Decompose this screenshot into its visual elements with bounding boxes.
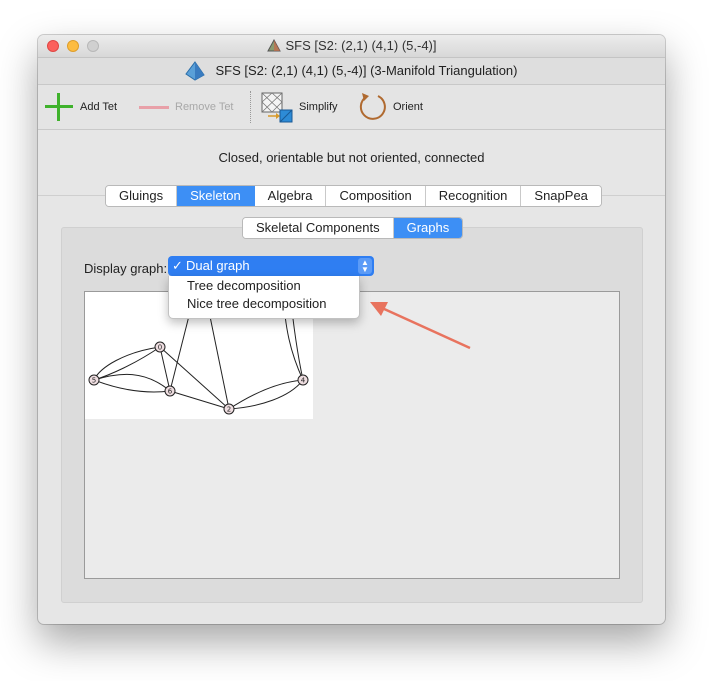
- menu-item-tree-decomposition[interactable]: Tree decomposition: [187, 278, 301, 293]
- skeleton-subtabs: Skeletal Components Graphs: [242, 217, 464, 239]
- minimize-window-button[interactable]: [67, 40, 79, 52]
- plus-icon: [45, 93, 73, 121]
- graph-node-label: 5: [92, 377, 96, 385]
- checkmark-icon: ✓: [172, 258, 183, 273]
- main-tabs: Gluings Skeleton Algebra Composition Rec…: [105, 185, 602, 207]
- triangulation-icon: [185, 61, 206, 81]
- menu-item-nice-tree-decomposition[interactable]: Nice tree decomposition: [187, 296, 326, 311]
- tab-snappea[interactable]: SnapPea: [521, 186, 601, 206]
- graph-node-label: 2: [227, 406, 231, 414]
- orient-label: Orient: [393, 101, 423, 113]
- tab-skeletal-components[interactable]: Skeletal Components: [243, 218, 394, 238]
- display-graph-label: Display graph:: [84, 261, 168, 276]
- simplify-button[interactable]: Simplify: [260, 85, 338, 129]
- app-window: SFS [S2: (2,1) (4,1) (5,-4)] SFS [S2: (2…: [38, 35, 665, 624]
- tab-recognition[interactable]: Recognition: [425, 186, 522, 206]
- minus-icon: [139, 106, 169, 109]
- simplify-label: Simplify: [299, 101, 338, 113]
- orient-button[interactable]: Orient: [358, 85, 423, 129]
- tab-composition[interactable]: Composition: [326, 186, 426, 206]
- document-title: SFS [S2: (2,1) (4,1) (5,-4)] (3-Manifold…: [215, 63, 518, 78]
- simplify-icon: [261, 92, 293, 123]
- chevron-updown-icon: ▲ ▼: [358, 258, 372, 274]
- status-text: Closed, orientable but not oriented, con…: [218, 150, 485, 165]
- tab-gluings[interactable]: Gluings: [106, 186, 178, 206]
- remove-tet-label: Remove Tet: [175, 101, 234, 113]
- graph-type-menu: Tree decomposition Nice tree decompositi…: [168, 276, 360, 319]
- tab-graphs[interactable]: Graphs: [393, 218, 463, 238]
- graph-type-select[interactable]: ✓ Dual graph ▲ ▼: [168, 256, 374, 276]
- graph-node-label: 4: [301, 377, 306, 385]
- graph-node-label: 0: [158, 344, 162, 352]
- window-title: SFS [S2: (2,1) (4,1) (5,-4)]: [285, 38, 437, 53]
- graph-view: 0 5 6 2 4: [84, 291, 620, 579]
- add-tet-label: Add Tet: [80, 101, 118, 113]
- toolbar: Add Tet Remove Tet Simplify Orient: [38, 85, 665, 130]
- orient-icon: [359, 93, 386, 120]
- toolbar-separator: [250, 91, 251, 123]
- title-bar: SFS [S2: (2,1) (4,1) (5,-4)]: [38, 35, 665, 58]
- tab-algebra[interactable]: Algebra: [254, 186, 327, 206]
- add-tet-button[interactable]: Add Tet: [43, 85, 117, 129]
- close-window-button[interactable]: [47, 40, 59, 52]
- zoom-window-button[interactable]: [87, 40, 99, 52]
- manifold-icon: [266, 39, 281, 52]
- tab-skeleton[interactable]: Skeleton: [177, 186, 255, 206]
- document-title-bar: SFS [S2: (2,1) (4,1) (5,-4)] (3-Manifold…: [38, 58, 665, 85]
- remove-tet-button[interactable]: Remove Tet: [138, 85, 234, 129]
- graph-type-selected: Dual graph: [186, 258, 250, 273]
- graph-node-label: 6: [168, 388, 173, 396]
